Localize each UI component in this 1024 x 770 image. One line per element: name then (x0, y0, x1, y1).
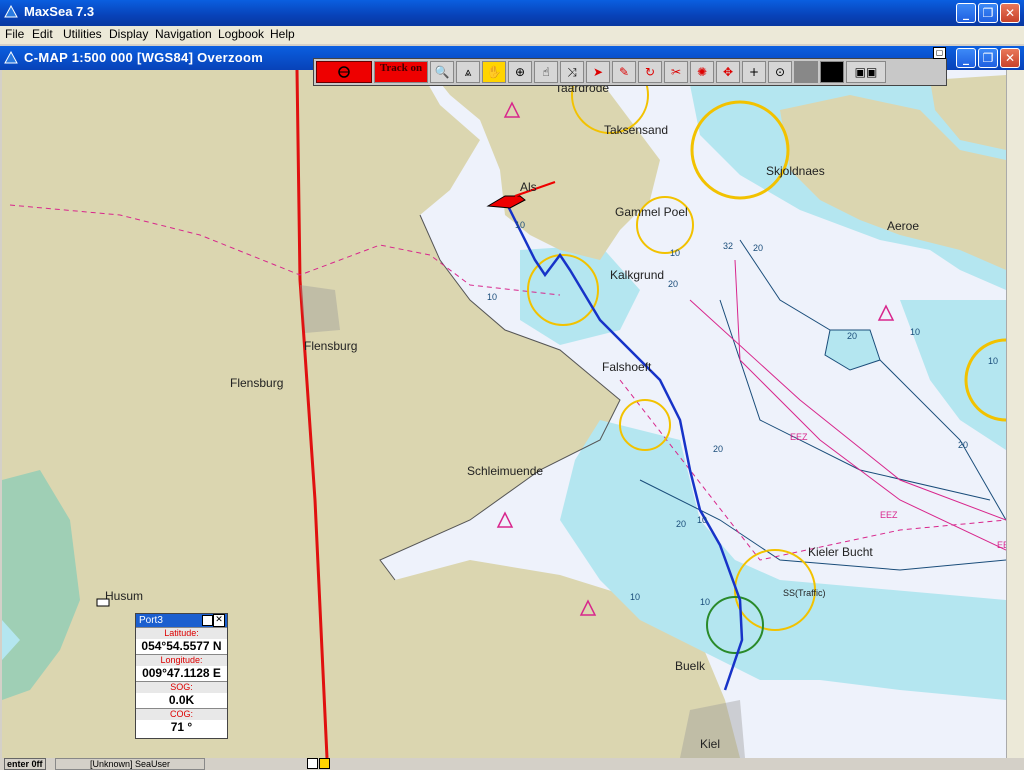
label-gammel-poel: Gammel Poel (615, 205, 688, 219)
cog-cell: COG: 71 ° (136, 708, 227, 735)
chart-close-button[interactable]: ✕ (1000, 48, 1020, 68)
menu-help[interactable]: Help (270, 27, 295, 41)
menu-edit[interactable]: Edit (32, 27, 53, 41)
port-marker[interactable] (96, 598, 110, 607)
label-aeroe: Aeroe (887, 219, 919, 233)
menu-display[interactable]: Display (109, 27, 148, 41)
label-skjoldnaes: Skjoldnaes (766, 164, 825, 178)
color-swatch-black[interactable] (820, 61, 844, 83)
longitude-value: 009°47.1128 E (136, 666, 227, 681)
depth-label: 10 (700, 597, 710, 607)
toolbar-close-icon[interactable]: ▢ (933, 47, 946, 59)
chart-window-title: C-MAP 1:500 000 [WGS84] Overzoom (24, 50, 264, 65)
depth-label: 10 (487, 292, 497, 302)
close-button[interactable]: ✕ (1000, 3, 1020, 23)
depth-label: 10 (697, 515, 707, 525)
label-als: Als (520, 180, 537, 194)
status-user: [Unknown] SeaUser (55, 758, 205, 770)
depth-label: 20 (753, 243, 763, 253)
eez-label: EEZ (997, 540, 1006, 550)
maxsea-icon (4, 5, 18, 18)
center-icon[interactable]: ⊙ (768, 61, 792, 83)
depth-label: 20 (668, 279, 678, 289)
layers-icon[interactable]: ▣▣ (846, 61, 886, 83)
hand-icon[interactable]: ✋ (482, 61, 506, 83)
latitude-label: Latitude: (164, 628, 199, 638)
restore-button[interactable]: ❐ (978, 3, 998, 23)
plus-icon[interactable]: + (742, 61, 766, 83)
label-kiel: Kiel (700, 737, 720, 751)
eez-label: EEZ (790, 432, 808, 442)
chart-minimize-button[interactable]: _ (956, 48, 976, 68)
latitude-value: 054°54.5577 N (136, 639, 227, 654)
pencil-icon[interactable]: ✎ (612, 61, 636, 83)
depth-label: 10 (910, 327, 920, 337)
crosshair-icon[interactable]: ⊕ (508, 61, 532, 83)
minimize-button[interactable]: _ (956, 3, 976, 23)
menu-file[interactable]: File (5, 27, 24, 41)
vertical-scrollbar[interactable] (1006, 70, 1024, 758)
depth-label: 20 (713, 444, 723, 454)
longitude-label: Longitude: (160, 655, 203, 665)
label-kalkgrund: Kalkgrund (610, 268, 664, 282)
rotate-icon[interactable]: ↻ (638, 61, 662, 83)
status-indicator (319, 758, 330, 769)
target-icon[interactable]: ✺ (690, 61, 714, 83)
port3-panel: Port3 ✕ Latitude: 054°54.5577 N Longitud… (135, 613, 228, 739)
border-line (295, 70, 329, 758)
depth-label: 10 (630, 592, 640, 602)
compass-icon[interactable]: ⩓ (456, 61, 480, 83)
port3-close-icon[interactable]: ✕ (213, 614, 225, 627)
track-on-button[interactable]: Track on (374, 61, 428, 83)
depth-label: 20 (958, 440, 968, 450)
app-title-bar: MaxSea 7.3 _ ❐ ✕ (0, 0, 1024, 26)
app-title: MaxSea 7.3 (24, 4, 95, 19)
pointer-icon[interactable]: ➤ (586, 61, 610, 83)
depth-label: 32 (723, 241, 733, 251)
port3-restore-icon[interactable] (202, 615, 213, 626)
label-kieler-bucht: Kieler Bucht (808, 545, 873, 559)
chart-window-icon (4, 51, 18, 64)
menu-logbook[interactable]: Logbook (218, 27, 264, 41)
label-taksensand: Taksensand (604, 123, 668, 137)
label-flensburg-2: Flensburg (230, 376, 283, 390)
depth-label: 20 (676, 519, 686, 529)
color-swatch-gray[interactable] (794, 61, 818, 83)
depth-label: 20 (847, 331, 857, 341)
port3-caption: Port3 ✕ (136, 614, 227, 627)
chart-toolbar: Track on 🔍 ⩓ ✋ ⊕ ☝ ⤨ ➤ ✎ ↻ ✂ ✺ ✥ + ⊙ ▣▣ (313, 58, 947, 86)
port3-title: Port3 (139, 615, 163, 626)
label-flensburg-1: Flensburg (304, 339, 357, 353)
menu-utilities[interactable]: Utilities (63, 27, 102, 41)
record-button[interactable] (316, 61, 372, 83)
label-buelk: Buelk (675, 659, 706, 673)
chart-restore-button[interactable]: ❐ (978, 48, 998, 68)
cog-label: COG: (169, 709, 193, 719)
route-icon[interactable]: ⤨ (560, 61, 584, 83)
scissors-icon[interactable]: ✂ (664, 61, 688, 83)
label-husum: Husum (105, 589, 143, 603)
move-icon[interactable]: ✥ (716, 61, 740, 83)
depth-label: 10 (670, 248, 680, 258)
label-traffic: SS(Traffic) (783, 588, 826, 598)
sog-cell: SOG: 0.0K (136, 681, 227, 708)
zoom-icon[interactable]: 🔍 (430, 61, 454, 83)
eez-label: EEZ (880, 510, 898, 520)
pan-icon[interactable]: ☝ (534, 61, 558, 83)
status-left: enter 0ff (4, 758, 46, 770)
status-toggle[interactable] (307, 758, 318, 769)
latitude-cell: Latitude: 054°54.5577 N (136, 627, 227, 654)
sog-value: 0.0K (136, 693, 227, 708)
menu-navigation[interactable]: Navigation (155, 27, 212, 41)
depth-label: 10 (988, 356, 998, 366)
cog-value: 71 ° (136, 720, 227, 735)
status-bar: enter 0ff [Unknown] SeaUser (0, 758, 1024, 770)
label-falshoeft: Falshoeft (602, 360, 652, 374)
label-schleimuende: Schleimuende (467, 464, 543, 478)
menu-bar: File Edit Utilities Display Navigation L… (0, 26, 1024, 44)
land-husum-bay (2, 470, 80, 700)
depth-label: 10 (515, 220, 525, 230)
longitude-cell: Longitude: 009°47.1128 E (136, 654, 227, 681)
sog-label: SOG: (170, 682, 193, 692)
